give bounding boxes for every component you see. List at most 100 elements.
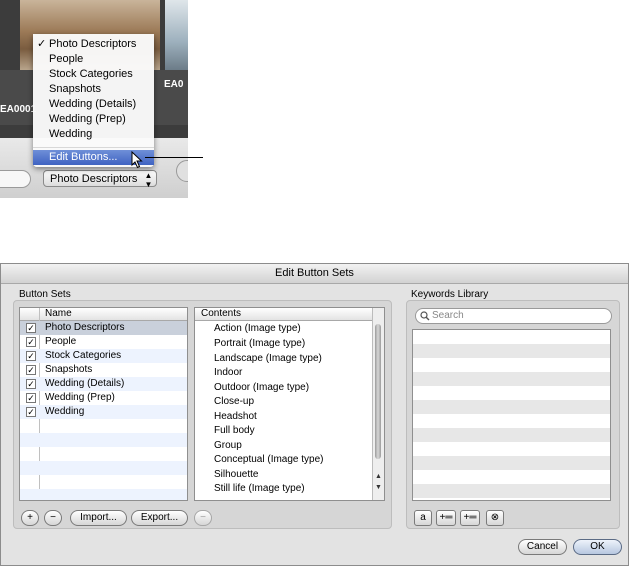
contents-column-header[interactable]: Contents <box>201 308 241 320</box>
empty-row <box>20 489 187 500</box>
contents-row[interactable]: Action (Image type) <box>195 322 384 336</box>
button-set-row[interactable]: ✓ People <box>20 335 187 349</box>
menu-item-wedding-details[interactable]: Wedding (Details) <box>33 97 154 112</box>
empty-row <box>20 475 187 489</box>
add-button-set-button[interactable]: + <box>21 510 39 526</box>
add-keyword-child-button[interactable]: +═ <box>460 510 480 526</box>
keyword-row <box>413 400 610 414</box>
button-set-name: Wedding <box>45 406 85 417</box>
menu-item-label: Wedding <box>49 128 93 140</box>
checkbox[interactable]: ✓ <box>26 407 36 417</box>
keyword-search-field[interactable]: Search <box>415 308 612 324</box>
button-set-row[interactable]: ✓ Stock Categories <box>20 349 187 363</box>
button-set-name: Wedding (Prep) <box>45 392 115 403</box>
scroll-down-arrow-icon[interactable]: ▼ <box>373 483 384 492</box>
keyword-row <box>413 484 610 498</box>
keywords-library-label: Keywords Library <box>411 289 489 300</box>
menu-item-label: Snapshots <box>49 83 101 95</box>
menu-item-label: Photo Descriptors <box>49 38 137 50</box>
contents-item: Indoor <box>214 367 243 378</box>
menu-item-label: Edit Buttons... <box>49 151 118 163</box>
contents-row[interactable]: Full body <box>195 424 384 438</box>
contents-item: Still life (Image type) <box>214 483 305 494</box>
button-set-popup-label: Photo Descriptors <box>50 173 138 185</box>
menu-item-wedding[interactable]: Wedding <box>33 127 154 142</box>
export-button[interactable]: Export... <box>131 510 188 526</box>
keyword-row <box>413 414 610 428</box>
contents-item: Close-up <box>214 396 255 407</box>
checkbox[interactable]: ✓ <box>26 323 36 333</box>
cancel-button[interactable]: Cancel <box>518 539 567 555</box>
contents-row[interactable]: Conceptual (Image type) <box>195 453 384 467</box>
empty-row <box>20 447 187 461</box>
contents-row[interactable]: Indoor <box>195 366 384 380</box>
text-field[interactable] <box>0 170 31 188</box>
keyword-row <box>413 442 610 456</box>
search-placeholder: Search <box>432 310 464 321</box>
browser-snippet: EA0001 EA0 Photo Descriptors ▲▼ ✓ Photo … <box>0 0 188 198</box>
keyword-row <box>413 386 610 400</box>
checkmark-icon: ✓ <box>37 38 47 50</box>
contents-table: Contents Action (Image type) Portrait (I… <box>194 307 385 501</box>
contents-scrollbar[interactable]: ▲ ▼ <box>372 308 384 500</box>
contents-item: Headshot <box>214 411 257 422</box>
keyword-row <box>413 456 610 470</box>
menu-item-label: Wedding (Prep) <box>49 113 126 125</box>
ok-button[interactable]: OK <box>573 539 622 555</box>
button-set-name: Wedding (Details) <box>45 378 125 389</box>
contents-row[interactable]: Landscape (Image type) <box>195 352 384 366</box>
import-button[interactable]: Import... <box>70 510 127 526</box>
button-set-name: People <box>45 336 77 347</box>
thumbnail-filename: EA0 <box>164 79 184 90</box>
menu-item-people[interactable]: People <box>33 52 154 67</box>
add-keyword-button[interactable]: a <box>414 510 432 526</box>
checkbox[interactable]: ✓ <box>26 393 36 403</box>
contents-item: Full body <box>214 425 255 436</box>
contents-row[interactable]: Group <box>195 439 384 453</box>
menu-separator <box>33 147 154 148</box>
button-set-name: Stock Categories <box>45 350 122 361</box>
button-set-row[interactable]: ✓ Wedding (Prep) <box>20 391 187 405</box>
button-set-row[interactable]: ✓ Photo Descriptors <box>20 321 187 335</box>
remove-keyword-library-button[interactable]: ⊗ <box>486 510 504 526</box>
menu-item-photo-descriptors[interactable]: ✓ Photo Descriptors <box>33 37 154 52</box>
checkbox[interactable]: ✓ <box>26 365 36 375</box>
name-column-header[interactable]: Name <box>45 308 72 320</box>
contents-item: Portrait (Image type) <box>214 338 306 349</box>
scrollbar-thumb[interactable] <box>375 324 381 459</box>
button-set-popup[interactable]: Photo Descriptors ▲▼ <box>43 170 157 189</box>
empty-row <box>20 433 187 447</box>
button-set-row[interactable]: ✓ Snapshots <box>20 363 187 377</box>
menu-item-snapshots[interactable]: Snapshots <box>33 82 154 97</box>
button-set-row[interactable]: ✓ Wedding (Details) <box>20 377 187 391</box>
remove-keyword-button[interactable]: − <box>194 510 212 526</box>
scroll-up-arrow-icon[interactable]: ▲ <box>373 472 384 481</box>
contents-row[interactable]: Close-up <box>195 395 384 409</box>
thumbnail-beach[interactable] <box>165 0 188 70</box>
updown-arrows-icon: ▲▼ <box>144 171 153 189</box>
pointer-cursor-icon <box>131 151 143 169</box>
contents-row[interactable]: Portrait (Image type) <box>195 337 384 351</box>
menu-item-wedding-prep[interactable]: Wedding (Prep) <box>33 112 154 127</box>
thumbnail-filename: EA0001 <box>0 104 37 115</box>
edit-button-sets-dialog: Edit Button Sets Button Sets Keywords Li… <box>0 263 629 566</box>
contents-row[interactable]: Headshot <box>195 410 384 424</box>
remove-button-set-button[interactable]: − <box>44 510 62 526</box>
button-set-row[interactable]: ✓ Wedding <box>20 405 187 419</box>
contents-item: Outdoor (Image type) <box>214 382 310 393</box>
dialog-title: Edit Button Sets <box>1 264 628 284</box>
keyword-row <box>413 344 610 358</box>
checkbox[interactable]: ✓ <box>26 337 36 347</box>
keywords-library-list[interactable] <box>412 329 611 501</box>
checkbox[interactable]: ✓ <box>26 351 36 361</box>
menu-item-stock-categories[interactable]: Stock Categories <box>33 67 154 82</box>
add-keyword-sibling-button[interactable]: +═ <box>436 510 456 526</box>
contents-row[interactable]: Outdoor (Image type) <box>195 381 384 395</box>
contents-row[interactable]: Silhouette <box>195 468 384 482</box>
button-set-menu: ✓ Photo Descriptors People Stock Categor… <box>33 34 154 167</box>
contents-item: Action (Image type) <box>214 323 301 334</box>
checkbox[interactable]: ✓ <box>26 379 36 389</box>
contents-row[interactable]: Still life (Image type) <box>195 482 384 496</box>
button-sets-label: Button Sets <box>19 289 71 300</box>
keyword-row <box>413 428 610 442</box>
